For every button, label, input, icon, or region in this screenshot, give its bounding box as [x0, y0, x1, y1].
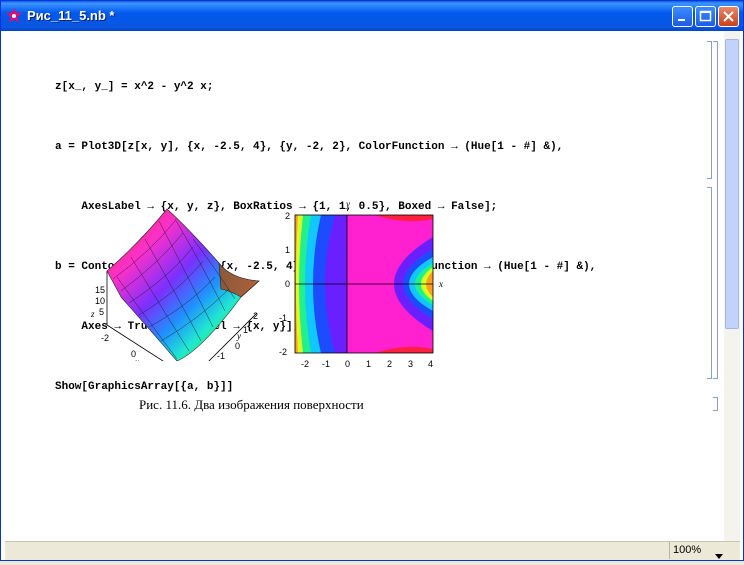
output-cell-bracket[interactable]	[707, 187, 712, 379]
close-button[interactable]	[718, 6, 739, 27]
plot3d-graphic: 15 10 5 z -2 0 2 4 x 2 1 0 -1 -2 y	[90, 208, 260, 361]
plot3d-x-label: x	[134, 357, 139, 361]
group-cell-bracket[interactable]	[713, 41, 718, 379]
contour-y-tick: 1	[285, 245, 290, 255]
contour-x-tick: 1	[366, 359, 371, 369]
notebook-content[interactable]: z[x_, y_] = x^2 - y^2 x; a = Plot3D[z[x,…	[5, 31, 740, 541]
plot3d-y-label: y	[236, 331, 241, 341]
vertical-scrollbar[interactable]	[724, 31, 740, 541]
plot3d-x-tick: -2	[101, 333, 109, 343]
contour-plot-graphic: y x 2 1 0 -1 -2 -2 -1 0 1 2 3 4	[279, 199, 443, 369]
contour-y-tick: -2	[279, 347, 287, 357]
contour-y-tick: 2	[285, 211, 290, 221]
input-cell-bracket[interactable]	[707, 41, 712, 179]
plot3d-z-tick: 15	[95, 285, 105, 295]
status-bar: 100%	[5, 541, 740, 560]
contour-y-label: y	[345, 199, 350, 209]
contour-y-tick: 0	[285, 279, 290, 289]
plot3d-y-tick: -1	[217, 351, 225, 361]
plot3d-z-label: z	[90, 309, 95, 319]
plot3d-z-tick: 5	[99, 307, 104, 317]
window-title: Рис_11_5.nb *	[27, 8, 115, 23]
contour-x-tick: 3	[408, 359, 413, 369]
caption-cell-bracket[interactable]	[713, 397, 718, 411]
zoom-level: 100%	[673, 544, 702, 556]
plot3d-y-tick: 1	[243, 325, 248, 335]
contour-x-tick: -2	[301, 359, 309, 369]
minimize-button[interactable]	[672, 6, 693, 27]
contour-x-tick: 2	[387, 359, 392, 369]
contour-x-tick: -1	[322, 359, 330, 369]
code-line-1: z[x_, y_] = x^2 - y^2 x;	[55, 81, 214, 93]
code-line-6: Show[GraphicsArray[{a, b}]]	[55, 381, 234, 393]
scrollbar-thumb[interactable]	[725, 39, 739, 329]
zoom-dropdown-icon[interactable]	[715, 547, 723, 565]
notebook-window: Рис_11_5.nb * z[x_, y_] = x^2 - y^2 x; a…	[0, 0, 744, 561]
contour-x-tick: 0	[345, 359, 350, 369]
contour-y-tick: -1	[279, 313, 287, 323]
contour-x-tick: 4	[428, 359, 433, 369]
contour-x-label: x	[438, 279, 443, 289]
maximize-button[interactable]	[695, 6, 716, 27]
plot3d-z-tick: 10	[95, 296, 105, 306]
mathematica-star-icon	[6, 8, 22, 24]
code-line-2: a = Plot3D[z[x, y], {x, -2.5, 4}, {y, -2…	[55, 141, 564, 153]
figure-caption: Рис. 11.6. Два изображения поверхности	[139, 397, 364, 412]
plot3d-y-tick: 0	[235, 341, 240, 351]
plot3d-y-tick: 2	[253, 311, 258, 321]
title-bar[interactable]: Рис_11_5.nb *	[1, 1, 743, 31]
